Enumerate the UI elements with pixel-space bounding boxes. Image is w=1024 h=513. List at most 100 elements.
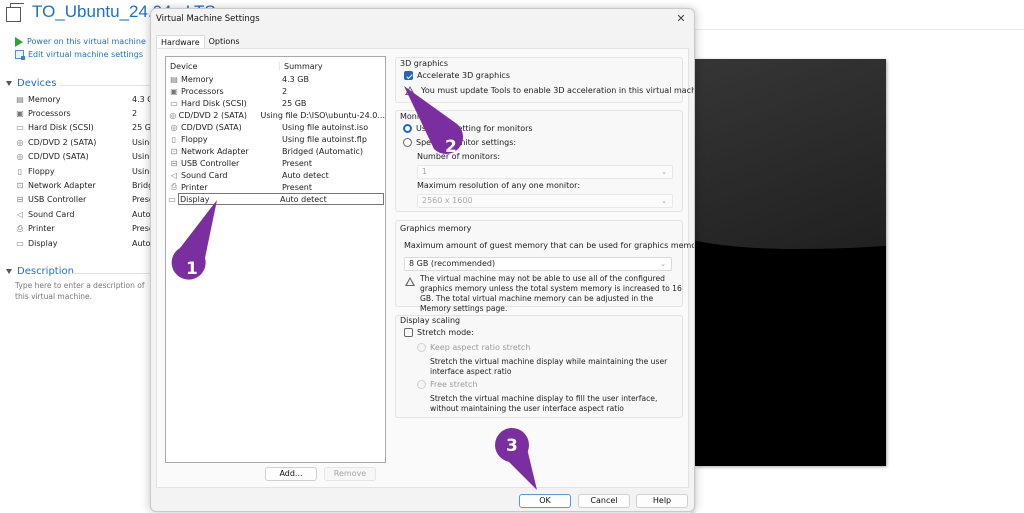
specify-monitor-option[interactable]: Specify monitor settings: [403,138,516,147]
graphics-memory-prompt: Maximum amount of guest memory that can … [404,241,695,250]
free-stretch-radio[interactable] [417,380,426,389]
cd-dvd-icon: ◎ [16,137,24,147]
description-field[interactable]: Type here to enter a description of this… [15,280,153,302]
printer-icon: ⎙ [170,182,178,191]
background-device-summary: Auto [132,238,151,248]
device-row[interactable]: ◎ CD/DVD 2 (SATA) Using file D:\ISO\ubuntu… [166,109,385,121]
device-row[interactable]: ▤ Memory 4.3 GB [166,73,385,85]
background-device-name: Hard Disk (SCSI) [28,123,94,133]
power-on-link[interactable]: Power on this virtual machine [15,35,146,48]
remove-device-button[interactable]: Remove [324,467,376,481]
column-summary[interactable]: Summary [280,62,323,71]
keep-aspect-option[interactable]: Keep aspect ratio stretch [417,343,530,352]
device-row[interactable]: ⊡ Network Adapter Bridged (Automatic) [166,145,385,157]
group-display-scaling-label: Display scaling [400,316,461,325]
group-display-scaling: Display scaling Stretch mode: Keep aspec… [395,315,683,418]
network-icon: ⊡ [170,146,178,156]
keep-aspect-radio[interactable] [417,343,426,352]
background-device-summary: 2 [132,109,138,119]
use-host-monitor-option[interactable]: Use host setting for monitors [403,124,533,133]
add-device-button[interactable]: Add... [265,467,317,481]
background-device-name: Sound Card [28,209,75,219]
device-name: Display [180,194,210,204]
close-icon[interactable]: ✕ [675,13,687,25]
number-of-monitors-label: Number of monitors: [417,152,501,161]
graphics-memory-warning-icon-wrap [405,277,415,286]
device-name: Printer [181,182,208,192]
memory-icon: ▤ [16,94,24,104]
memory-icon: ▤ [170,74,178,84]
background-device-item[interactable]: ◎ CD/DVD (SATA) Using [14,150,154,164]
header-divider [690,29,1024,30]
cancel-button[interactable]: Cancel [578,494,630,508]
vm-screen-preview[interactable] [695,59,886,466]
device-summary: Using file autoinst.flp [282,134,367,144]
tab-hardware[interactable]: Hardware [156,35,205,49]
background-device-item[interactable]: ◎ CD/DVD 2 (SATA) Using [14,135,154,149]
background-device-item[interactable]: ⎙ Printer Prese [14,222,154,236]
display-icon: ▭ [168,194,176,204]
background-device-summary: Using [132,137,152,147]
device-row[interactable]: ⊟ USB Controller Present [166,157,385,169]
tab-options[interactable]: Options [205,35,244,49]
background-device-name: USB Controller [28,195,87,205]
ok-button[interactable]: OK [519,494,571,508]
graphics-memory-value: 8 GB (recommended) [409,259,496,268]
background-device-item[interactable]: ⊡ Network Adapter Bridg [14,178,154,192]
processor-icon: ▣ [170,86,178,96]
device-row[interactable]: ▯ Floppy Using file autoinst.flp [166,133,385,145]
background-device-item[interactable]: ⊟ USB Controller Prese [14,193,154,207]
background-device-item[interactable]: ▭ Display Auto [14,236,154,250]
background-device-summary: Auto [132,209,151,219]
background-device-summary: 4.3 GB [132,94,152,104]
background-device-item[interactable]: ▣ Processors 2 [14,106,154,120]
devices-section-toggle[interactable]: Devices [6,78,56,89]
accelerate-3d-option[interactable]: Accelerate 3D graphics [404,71,510,80]
devices-heading: Devices [17,78,57,89]
background-device-name: CD/DVD 2 (SATA) [28,137,97,147]
tools-warning: You must update Tools to enable 3D accel… [405,86,694,95]
device-row[interactable]: ⎙ Printer Present [166,181,385,193]
free-stretch-option[interactable]: Free stretch [417,380,477,389]
device-row[interactable]: ▭ Display Auto detect [168,193,384,205]
accelerate-3d-checkbox[interactable] [404,71,413,80]
description-section-toggle[interactable]: Description [6,266,74,277]
keep-aspect-description: Stretch the virtual machine display whil… [430,357,668,376]
device-name: Hard Disk (SCSI) [181,98,247,108]
graphics-memory-select[interactable]: 8 GB (recommended) ⌄ [404,257,672,271]
stretch-mode-checkbox[interactable] [404,328,413,337]
device-row[interactable]: ▭ Hard Disk (SCSI) 25 GB [166,97,385,109]
device-summary: Using file D:\ISO\ubuntu-24.0... [260,110,385,120]
sound-icon: ◁ [170,170,178,180]
column-device[interactable]: Device [170,62,280,71]
number-of-monitors-select[interactable]: 1 ⌄ [417,165,673,179]
max-resolution-select[interactable]: 2560 x 1600 ⌄ [417,194,673,208]
device-row[interactable]: ◁ Sound Card Auto detect [166,169,385,181]
vm-settings-dialog: Virtual Machine Settings ✕ Hardware Opti… [150,8,695,512]
device-row[interactable]: ▣ Processors 2 [166,85,385,97]
background-device-item[interactable]: ◁ Sound Card Auto [14,207,154,221]
device-name: Processors [181,86,224,96]
help-button[interactable]: Help [636,494,688,508]
stretch-mode-option[interactable]: Stretch mode: [404,328,474,337]
device-row[interactable]: ◎ CD/DVD (SATA) Using file autoinst.iso [166,121,385,133]
device-list[interactable]: Device Summary ▤ Memory 4.3 GB ▣ Processors 2… [165,56,386,463]
dialog-tabs: Hardware Options [156,35,244,49]
network-icon: ⊡ [16,181,24,191]
edit-settings-link[interactable]: Edit virtual machine settings [15,48,146,61]
specify-monitor-radio[interactable] [403,138,412,147]
hard-disk-icon: ▭ [170,98,178,108]
background-device-summary: Using [132,166,152,176]
background-device-summary: Using [132,152,152,162]
group-3d-graphics-label: 3D graphics [400,59,448,68]
max-resolution-value: 2560 x 1600 [422,196,473,205]
device-summary: Using file autoinst.iso [282,122,369,132]
use-host-radio[interactable] [403,124,412,133]
device-name: Sound Card [181,170,228,180]
background-device-item[interactable]: ▯ Floppy Using [14,164,154,178]
printer-icon: ⎙ [16,223,24,233]
keep-aspect-label: Keep aspect ratio stretch [430,343,531,352]
background-device-item[interactable]: ▭ Hard Disk (SCSI) 25 GB [14,121,154,135]
background-device-item[interactable]: ▤ Memory 4.3 GB [14,92,154,106]
floppy-icon: ▯ [171,134,177,144]
